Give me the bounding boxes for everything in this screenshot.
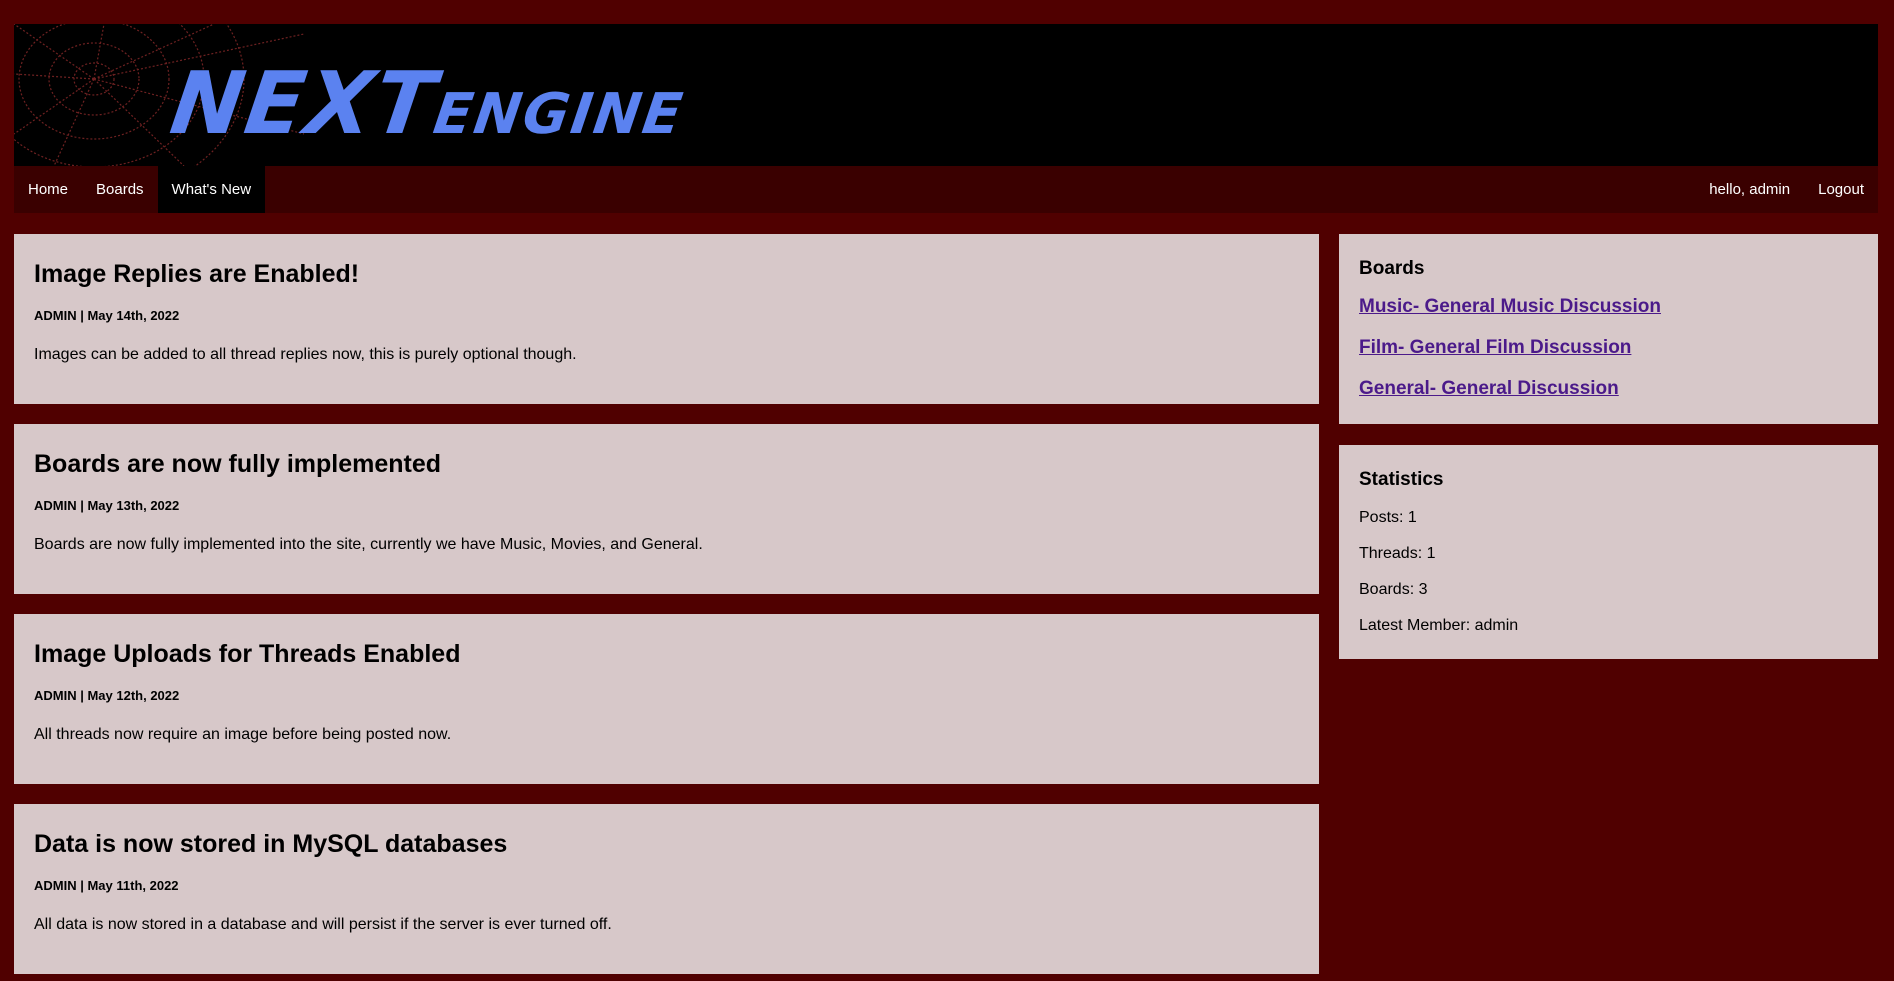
nav-boards[interactable]: Boards [82,166,158,213]
post-body: All data is now stored in a database and… [34,916,612,933]
site-logo[interactable]: NEXTENGINE [165,54,692,154]
nav-whats-new[interactable]: What's New [157,166,266,213]
news-post: Data is now stored in MySQL databases AD… [14,804,1319,974]
post-title: Data is now stored in MySQL databases [34,830,508,858]
site-banner: NEXTENGINE [14,24,1878,166]
stat-latest-member: Latest Member: admin [1359,617,1519,634]
boards-panel-title: Boards [1359,258,1425,279]
boards-panel: Boards Music- General Music Discussion F… [1339,234,1878,424]
post-body: Images can be added to all thread replie… [34,346,577,363]
post-meta: ADMIN | May 13th, 2022 [34,498,180,513]
post-body: Boards are now fully implemented into th… [34,536,703,553]
post-meta: ADMIN | May 11th, 2022 [34,878,179,893]
statistics-panel: Statistics Posts: 1 Threads: 1 Boards: 3… [1339,445,1878,659]
post-meta: ADMIN | May 12th, 2022 [34,688,180,703]
post-title: Image Replies are Enabled! [34,260,360,288]
stat-boards: Boards: 3 [1359,581,1428,598]
news-post: Boards are now fully implemented ADMIN |… [14,424,1319,594]
statistics-panel-title: Statistics [1359,469,1444,490]
board-link-film[interactable]: Film- General Film Discussion [1359,337,1631,359]
board-link-general[interactable]: General- General Discussion [1359,378,1619,400]
post-title: Image Uploads for Threads Enabled [34,640,461,668]
stat-threads: Threads: 1 [1359,545,1436,562]
post-title: Boards are now fully implemented [34,450,442,478]
logo-text-big: NEXT [164,54,443,154]
news-post: Image Replies are Enabled! ADMIN | May 1… [14,234,1319,404]
nav-bar: Home Boards What's New hello, admin Logo… [14,166,1878,213]
logo-text-small: ENGINE [429,82,688,147]
post-body: All threads now require an image before … [34,726,452,743]
stat-posts: Posts: 1 [1359,509,1417,526]
nav-home[interactable]: Home [14,166,82,213]
user-greeting[interactable]: hello, admin [1695,166,1804,213]
board-link-music[interactable]: Music- General Music Discussion [1359,296,1661,318]
post-meta: ADMIN | May 14th, 2022 [34,308,180,323]
nav-logout[interactable]: Logout [1804,166,1878,213]
news-post: Image Uploads for Threads Enabled ADMIN … [14,614,1319,784]
